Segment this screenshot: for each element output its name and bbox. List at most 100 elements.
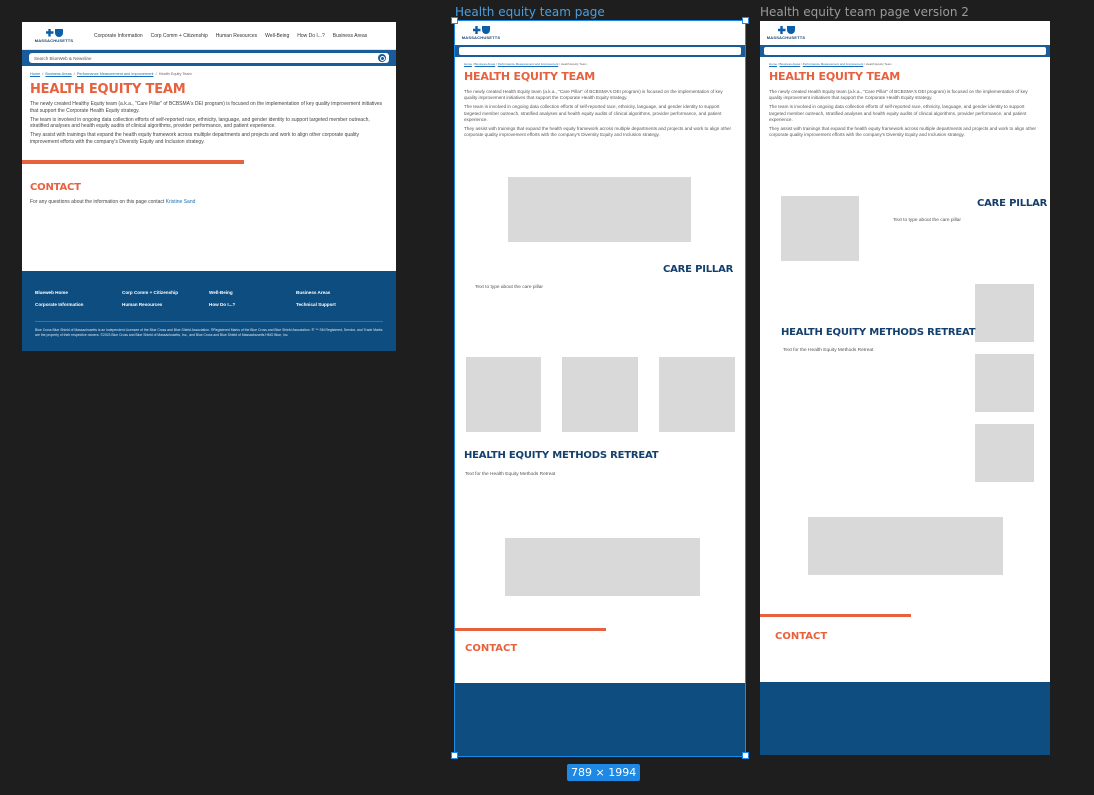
site-footer	[455, 683, 745, 756]
site-footer: Blueweb Home Corp Comm + Citizenship Wel…	[22, 271, 396, 351]
blue-shield-icon	[786, 26, 795, 34]
nav-item-corp-comm[interactable]: Corp Comm + Citizenship	[151, 33, 208, 39]
logo-text: MASSACHUSETTS	[461, 35, 501, 40]
blue-shield-icon	[54, 28, 63, 37]
search-input[interactable]	[459, 47, 741, 55]
search-placeholder: Search BlueWeb & Newsline	[34, 55, 92, 61]
blue-shield-icon	[481, 26, 490, 34]
resize-handle-top-right[interactable]	[742, 17, 749, 24]
contact-heading: CONTACT	[775, 631, 828, 642]
image-placeholder[interactable]	[659, 357, 735, 432]
intro-paragraph-1: The newly created Health Equity team (a.…	[464, 89, 723, 101]
retreat-text: Text for the Health Equity Methods Retre…	[783, 348, 874, 353]
care-pillar-heading: CARE PILLAR	[977, 198, 1048, 209]
nav-item-corporate-information[interactable]: Corporate Information	[94, 33, 143, 39]
selection-size-badge: 789 × 1994	[567, 764, 641, 781]
intro-paragraph-1: The newly created Healthy Equity team (a…	[30, 101, 383, 114]
footer-link-corp-comm[interactable]: Corp Comm + Citizenship	[122, 290, 209, 295]
contact-heading: CONTACT	[465, 643, 518, 654]
image-placeholder[interactable]	[562, 357, 638, 432]
logo-text: MASSACHUSETTS	[766, 35, 806, 40]
frame-label-health-equity-team-page[interactable]: Health equity team page	[455, 5, 605, 19]
page-title: HEALTH EQUITY TEAM	[464, 70, 596, 83]
search-band	[760, 45, 1050, 57]
footer-link-blueweb-home[interactable]: Blueweb Home	[35, 290, 122, 295]
breadcrumb-home[interactable]: Home	[464, 62, 472, 66]
retreat-heading: HEALTH EQUITY METHODS RETREAT	[464, 450, 659, 461]
blue-cross-icon	[777, 26, 786, 34]
care-pillar-heading: CARE PILLAR	[663, 264, 734, 275]
resize-handle-bottom-right[interactable]	[742, 752, 749, 759]
footer-link-technical-support[interactable]: Technical Support	[296, 302, 383, 307]
section-divider	[455, 628, 606, 631]
resize-handle-bottom-left[interactable]	[451, 752, 458, 759]
retreat-heading: HEALTH EQUITY METHODS RETREAT	[781, 327, 976, 338]
intro-paragraph-3: They assist with trainings that expand t…	[769, 125, 1037, 138]
image-placeholder[interactable]	[781, 196, 859, 261]
mobile-header: MASSACHUSETTS	[760, 21, 1050, 45]
main-nav: Corporate Information Corp Comm + Citize…	[94, 33, 367, 39]
page-title: HEALTH EQUITY TEAM	[769, 70, 901, 83]
footer-link-well-being[interactable]: Well-Being	[209, 290, 296, 295]
image-placeholder[interactable]	[505, 538, 700, 596]
breadcrumb-current: Health Equity Team	[560, 62, 587, 66]
logo-text: MASSACHUSETTS	[34, 37, 74, 43]
resize-handle-top-left[interactable]	[451, 17, 458, 24]
search-input[interactable]	[764, 47, 1046, 55]
bcbs-logo[interactable]: MASSACHUSETTS	[767, 26, 805, 40]
breadcrumb-current: Health Equity Team	[865, 62, 892, 66]
breadcrumb-home[interactable]: Home	[769, 62, 777, 66]
image-placeholder[interactable]	[808, 517, 1003, 575]
intro-paragraph-2: The team is involved in ongoing data col…	[30, 116, 370, 130]
footer-link-human-resources[interactable]: Human Resources	[122, 302, 209, 307]
footer-links: Blueweb Home Corp Comm + Citizenship Wel…	[35, 290, 383, 307]
blue-cross-icon	[472, 26, 481, 34]
site-footer	[760, 682, 1050, 755]
frame-health-equity-team-page-v2[interactable]: MASSACHUSETTS Home / Business Areas / Pe…	[760, 21, 1050, 755]
frame-label-version-2[interactable]: Health equity team page version 2	[760, 5, 969, 19]
bcbs-logo[interactable]: MASSACHUSETTS	[462, 26, 500, 40]
site-header: MASSACHUSETTS Corporate Information Corp…	[22, 22, 396, 50]
intro-paragraph-3: They assist with trainings that expand t…	[464, 125, 732, 138]
image-placeholder[interactable]	[975, 424, 1034, 482]
nav-item-how-do-i[interactable]: How Do I...?	[297, 33, 325, 39]
nav-item-business-areas[interactable]: Business Areas	[333, 33, 367, 39]
image-placeholder[interactable]	[466, 357, 541, 432]
search-input[interactable]: Search BlueWeb & Newsline	[29, 53, 389, 63]
image-placeholder[interactable]	[975, 284, 1034, 342]
breadcrumb: Home / Business Areas / Performance Meas…	[30, 72, 192, 76]
frame-desktop-page[interactable]: MASSACHUSETTS Corporate Information Corp…	[22, 22, 396, 351]
footer-divider	[35, 321, 383, 322]
contact-text: For any questions about the information …	[22, 199, 396, 205]
breadcrumb-business-areas[interactable]: Business Areas	[780, 62, 801, 66]
nav-item-human-resources[interactable]: Human Resources	[216, 33, 257, 39]
intro-paragraph-1: The newly created Health Equity team (a.…	[769, 89, 1028, 101]
breadcrumb: Home / Business Areas / Performance Meas…	[769, 62, 892, 66]
blue-cross-icon	[45, 28, 54, 37]
breadcrumb-performance[interactable]: Performance Measurement and Improvement	[77, 72, 154, 76]
intro-paragraph-3: They assist with trainings that expand t…	[30, 132, 360, 145]
nav-item-well-being[interactable]: Well-Being	[265, 33, 289, 39]
footer-link-how-do-i[interactable]: How Do I...?	[209, 302, 296, 307]
footer-link-corporate-information[interactable]: Corporate Information	[35, 302, 122, 307]
image-placeholder[interactable]	[508, 177, 691, 242]
search-band	[455, 45, 745, 57]
breadcrumb-home[interactable]: Home	[30, 72, 40, 76]
breadcrumb-business-areas[interactable]: Business Areas	[45, 72, 71, 76]
care-pillar-text: Text to type about the care pillar	[893, 218, 961, 223]
breadcrumb-performance[interactable]: Performance Measurement and Improvement	[803, 62, 864, 66]
contact-prefix: For any questions about the information …	[30, 198, 166, 205]
breadcrumb-performance[interactable]: Performance Measurement and Improvement	[498, 62, 559, 66]
section-divider	[760, 614, 911, 617]
frame-health-equity-team-page[interactable]: MASSACHUSETTS Home / Business Areas / Pe…	[455, 21, 745, 756]
image-placeholder[interactable]	[975, 354, 1034, 412]
footer-link-business-areas[interactable]: Business Areas	[296, 290, 383, 295]
contact-heading: CONTACT	[30, 181, 81, 193]
breadcrumb-business-areas[interactable]: Business Areas	[475, 62, 496, 66]
retreat-text: Text for the Health Equity Methods Retre…	[465, 472, 556, 477]
care-pillar-text: Text to type about the care pillar	[475, 285, 543, 290]
bcbs-logo[interactable]: MASSACHUSETTS	[30, 28, 78, 43]
contact-link[interactable]: Kristine Sand	[166, 199, 196, 205]
design-canvas[interactable]: Health equity team page Health equity te…	[0, 0, 1094, 795]
search-icon[interactable]	[378, 54, 386, 62]
